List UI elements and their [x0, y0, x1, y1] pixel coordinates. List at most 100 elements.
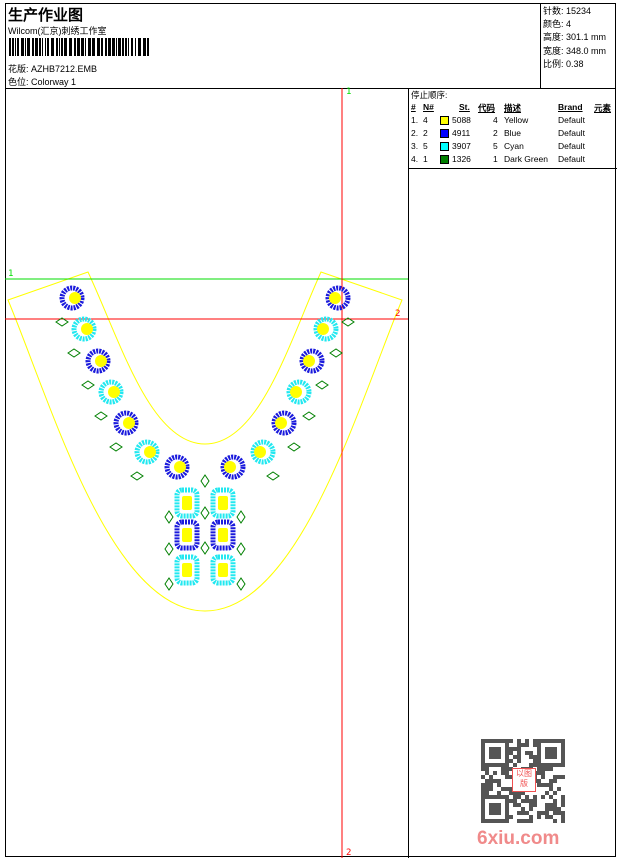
- qr-module: [553, 819, 557, 823]
- qr-module: [561, 803, 565, 807]
- qr-module: [561, 819, 565, 823]
- guide-label-v-bottom: 2: [346, 848, 352, 858]
- qr-module: [481, 811, 485, 815]
- qr-module: [505, 771, 509, 775]
- qr-module: [493, 771, 497, 775]
- qr-module: [545, 755, 549, 759]
- leaf-motif: [200, 541, 210, 555]
- qr-module: [501, 787, 505, 791]
- qr-module: [557, 811, 561, 815]
- qr-module: [489, 751, 493, 755]
- qr-module: [485, 787, 489, 791]
- qr-module: [549, 751, 553, 755]
- qr-module: [513, 795, 517, 799]
- qr-module: [537, 815, 541, 819]
- qr-module: [497, 811, 501, 815]
- qr-module: [541, 739, 545, 743]
- qr-module: [525, 795, 529, 799]
- motif: [299, 348, 325, 374]
- qr-module: [549, 787, 553, 791]
- qr-module: [553, 791, 557, 795]
- qr-module: [537, 743, 541, 747]
- qr-module: [497, 763, 501, 767]
- qr-module: [525, 751, 529, 755]
- qr-module: [561, 795, 565, 799]
- watermark: 6xiu.com: [477, 828, 560, 849]
- qr-module: [485, 783, 489, 787]
- qr-module: [525, 739, 529, 743]
- qr-module: [537, 779, 541, 783]
- qr-module: [481, 751, 485, 755]
- leaf-motif: [329, 348, 343, 358]
- qr-module: [537, 763, 541, 767]
- qr-module: [501, 819, 505, 823]
- leaf-motif: [94, 411, 108, 421]
- qr-module: [497, 807, 501, 811]
- motif: [271, 410, 297, 436]
- motif: [98, 379, 124, 405]
- qr-module: [481, 739, 485, 743]
- qr-module: [497, 747, 501, 751]
- qr-module: [541, 811, 545, 815]
- qr-module: [537, 759, 541, 763]
- qr-module: [485, 779, 489, 783]
- qr-module: [549, 739, 553, 743]
- qr-module: [513, 799, 517, 803]
- qr-module: [553, 755, 557, 759]
- qr-module: [537, 783, 541, 787]
- qr-module: [561, 755, 565, 759]
- qr-module: [505, 799, 509, 803]
- qr-module: [493, 779, 497, 783]
- leaf-motif: [81, 380, 95, 390]
- qr-module: [521, 811, 525, 815]
- qr-module: [557, 807, 561, 811]
- qr-module: [557, 787, 561, 791]
- qr-module: [549, 807, 553, 811]
- qr-module: [481, 759, 485, 763]
- qr-module: [517, 795, 521, 799]
- qr-module: [521, 819, 525, 823]
- qr-module: [505, 747, 509, 751]
- qr-module: [505, 807, 509, 811]
- qr-module: [561, 747, 565, 751]
- leaf-motif: [67, 348, 81, 358]
- qr-module: [493, 803, 497, 807]
- qr-module: [509, 799, 513, 803]
- qr-module: [525, 811, 529, 815]
- qr-module: [553, 747, 557, 751]
- qr-module: [505, 787, 509, 791]
- qr-module: [553, 803, 557, 807]
- qr-module: [489, 787, 493, 791]
- qr-module: [561, 815, 565, 819]
- qr-module: [501, 795, 505, 799]
- qr-module: [501, 763, 505, 767]
- qr-module: [529, 819, 533, 823]
- qr-module: [509, 747, 513, 751]
- leaf-motif: [109, 442, 123, 452]
- qr-module: [521, 743, 525, 747]
- qr-module: [497, 751, 501, 755]
- qr-module: [553, 811, 557, 815]
- qr-module: [505, 751, 509, 755]
- qr-module: [537, 755, 541, 759]
- qr-module: [561, 763, 565, 767]
- qr-module: [517, 747, 521, 751]
- qr-module: [545, 763, 549, 767]
- qr-module: [517, 819, 521, 823]
- guide-label-h1: 1: [8, 269, 14, 279]
- qr-module: [493, 763, 497, 767]
- qr-module: [545, 815, 549, 819]
- qr-module: [489, 739, 493, 743]
- qr-module: [489, 795, 493, 799]
- leaf-motif: [287, 442, 301, 452]
- qr-module: [537, 739, 541, 743]
- qr-module: [549, 747, 553, 751]
- qr-module: [493, 739, 497, 743]
- qr-module: [489, 803, 493, 807]
- qr-module: [553, 751, 557, 755]
- qr-module: [545, 767, 549, 771]
- qr-module: [537, 747, 541, 751]
- qr-module: [541, 795, 545, 799]
- qr-module: [481, 743, 485, 747]
- leaf-motif: [164, 542, 174, 556]
